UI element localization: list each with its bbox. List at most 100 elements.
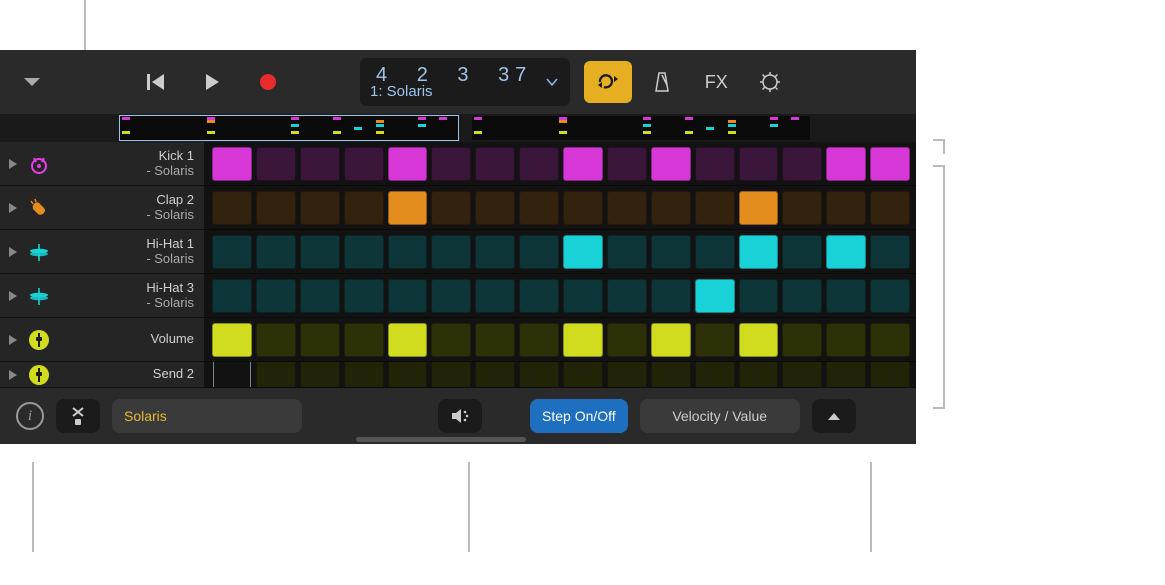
play-row-icon[interactable] xyxy=(6,290,20,302)
step-cell[interactable] xyxy=(695,235,735,269)
step-cell[interactable] xyxy=(870,279,910,313)
step-cell[interactable] xyxy=(695,362,735,388)
step-cell[interactable] xyxy=(256,147,296,181)
step-cell[interactable] xyxy=(344,279,384,313)
step-cell[interactable] xyxy=(431,235,471,269)
step-cell[interactable] xyxy=(475,147,515,181)
step-cell[interactable] xyxy=(256,235,296,269)
step-cell[interactable] xyxy=(607,362,647,388)
step-cell[interactable] xyxy=(300,362,340,388)
expand-up-button[interactable] xyxy=(812,399,856,433)
play-row-icon[interactable] xyxy=(6,369,20,381)
step-cell[interactable] xyxy=(826,279,866,313)
step-cell[interactable] xyxy=(431,147,471,181)
step-cell[interactable] xyxy=(212,191,252,225)
close-stop-button[interactable] xyxy=(56,399,100,433)
play-button[interactable] xyxy=(188,61,236,103)
step-cell[interactable] xyxy=(739,147,779,181)
step-cell[interactable] xyxy=(739,362,779,388)
step-cell[interactable] xyxy=(870,147,910,181)
step-cell[interactable] xyxy=(826,362,866,388)
step-cell[interactable] xyxy=(212,235,252,269)
step-cell[interactable] xyxy=(782,191,822,225)
step-cell[interactable] xyxy=(519,279,559,313)
step-cell[interactable] xyxy=(607,323,647,357)
row-header-hihat1[interactable]: Hi-Hat 1- Solaris xyxy=(0,230,204,274)
step-cell[interactable] xyxy=(651,323,691,357)
step-cell[interactable] xyxy=(651,279,691,313)
step-cell[interactable] xyxy=(344,147,384,181)
step-cell[interactable] xyxy=(475,279,515,313)
velocity-value-mode-button[interactable]: Velocity / Value xyxy=(640,399,800,433)
step-cell[interactable] xyxy=(431,323,471,357)
step-cell[interactable] xyxy=(695,191,735,225)
step-cell[interactable] xyxy=(431,279,471,313)
step-cell[interactable] xyxy=(475,235,515,269)
step-cell[interactable] xyxy=(782,323,822,357)
step-onoff-mode-button[interactable]: Step On/Off xyxy=(530,399,628,433)
step-cell[interactable] xyxy=(607,191,647,225)
step-cell[interactable] xyxy=(651,235,691,269)
step-cell[interactable] xyxy=(519,191,559,225)
step-cell[interactable] xyxy=(826,235,866,269)
step-cell[interactable] xyxy=(256,362,296,388)
play-row-icon[interactable] xyxy=(6,246,20,258)
step-cell[interactable] xyxy=(563,279,603,313)
step-cell[interactable] xyxy=(563,323,603,357)
step-cell[interactable] xyxy=(826,191,866,225)
step-cell[interactable] xyxy=(300,147,340,181)
step-cell[interactable] xyxy=(431,191,471,225)
step-cell[interactable] xyxy=(695,323,735,357)
step-cell[interactable] xyxy=(695,147,735,181)
step-cell[interactable] xyxy=(388,279,428,313)
record-button[interactable] xyxy=(244,61,292,103)
settings-button[interactable] xyxy=(746,61,794,103)
row-header-kick1[interactable]: Kick 1- Solaris xyxy=(0,142,204,186)
step-cell[interactable] xyxy=(431,362,471,388)
loop-button[interactable] xyxy=(584,61,632,103)
step-cell[interactable] xyxy=(782,362,822,388)
row-header-volume[interactable]: Volume xyxy=(0,318,204,362)
step-cell[interactable] xyxy=(870,191,910,225)
step-cell[interactable] xyxy=(344,235,384,269)
step-cell[interactable] xyxy=(475,191,515,225)
step-cell[interactable] xyxy=(475,323,515,357)
step-cell[interactable] xyxy=(344,191,384,225)
chevron-down-icon[interactable] xyxy=(544,74,560,90)
pattern-overview-page-2[interactable] xyxy=(472,116,810,140)
step-cell[interactable] xyxy=(519,323,559,357)
step-cell[interactable] xyxy=(826,147,866,181)
metronome-button[interactable] xyxy=(638,61,686,103)
step-cell[interactable] xyxy=(388,235,428,269)
step-cell[interactable] xyxy=(782,235,822,269)
step-cell[interactable] xyxy=(344,323,384,357)
step-cell[interactable] xyxy=(300,235,340,269)
step-cell[interactable] xyxy=(212,323,252,357)
step-cell[interactable] xyxy=(300,323,340,357)
step-cell[interactable] xyxy=(388,191,428,225)
step-cell[interactable] xyxy=(607,147,647,181)
view-menu-button[interactable] xyxy=(8,61,56,103)
step-cell[interactable] xyxy=(300,191,340,225)
fx-button[interactable]: FX xyxy=(692,61,740,103)
step-cell[interactable] xyxy=(256,323,296,357)
play-row-icon[interactable] xyxy=(6,202,20,214)
step-cell[interactable] xyxy=(651,147,691,181)
step-cell[interactable] xyxy=(870,323,910,357)
step-cell[interactable] xyxy=(519,235,559,269)
play-row-icon[interactable] xyxy=(6,334,20,346)
step-cell[interactable] xyxy=(344,362,384,388)
step-cell[interactable] xyxy=(212,362,252,388)
pattern-name-field[interactable]: Solaris xyxy=(112,399,302,433)
step-cell[interactable] xyxy=(388,147,428,181)
step-cell[interactable] xyxy=(826,323,866,357)
step-cell[interactable] xyxy=(870,362,910,388)
step-cell[interactable] xyxy=(782,147,822,181)
step-cell[interactable] xyxy=(256,191,296,225)
step-cell[interactable] xyxy=(739,235,779,269)
step-cell[interactable] xyxy=(212,147,252,181)
horizontal-scrollbar[interactable] xyxy=(356,437,526,442)
step-cell[interactable] xyxy=(212,279,252,313)
step-cell[interactable] xyxy=(739,279,779,313)
info-button[interactable]: i xyxy=(16,402,44,430)
